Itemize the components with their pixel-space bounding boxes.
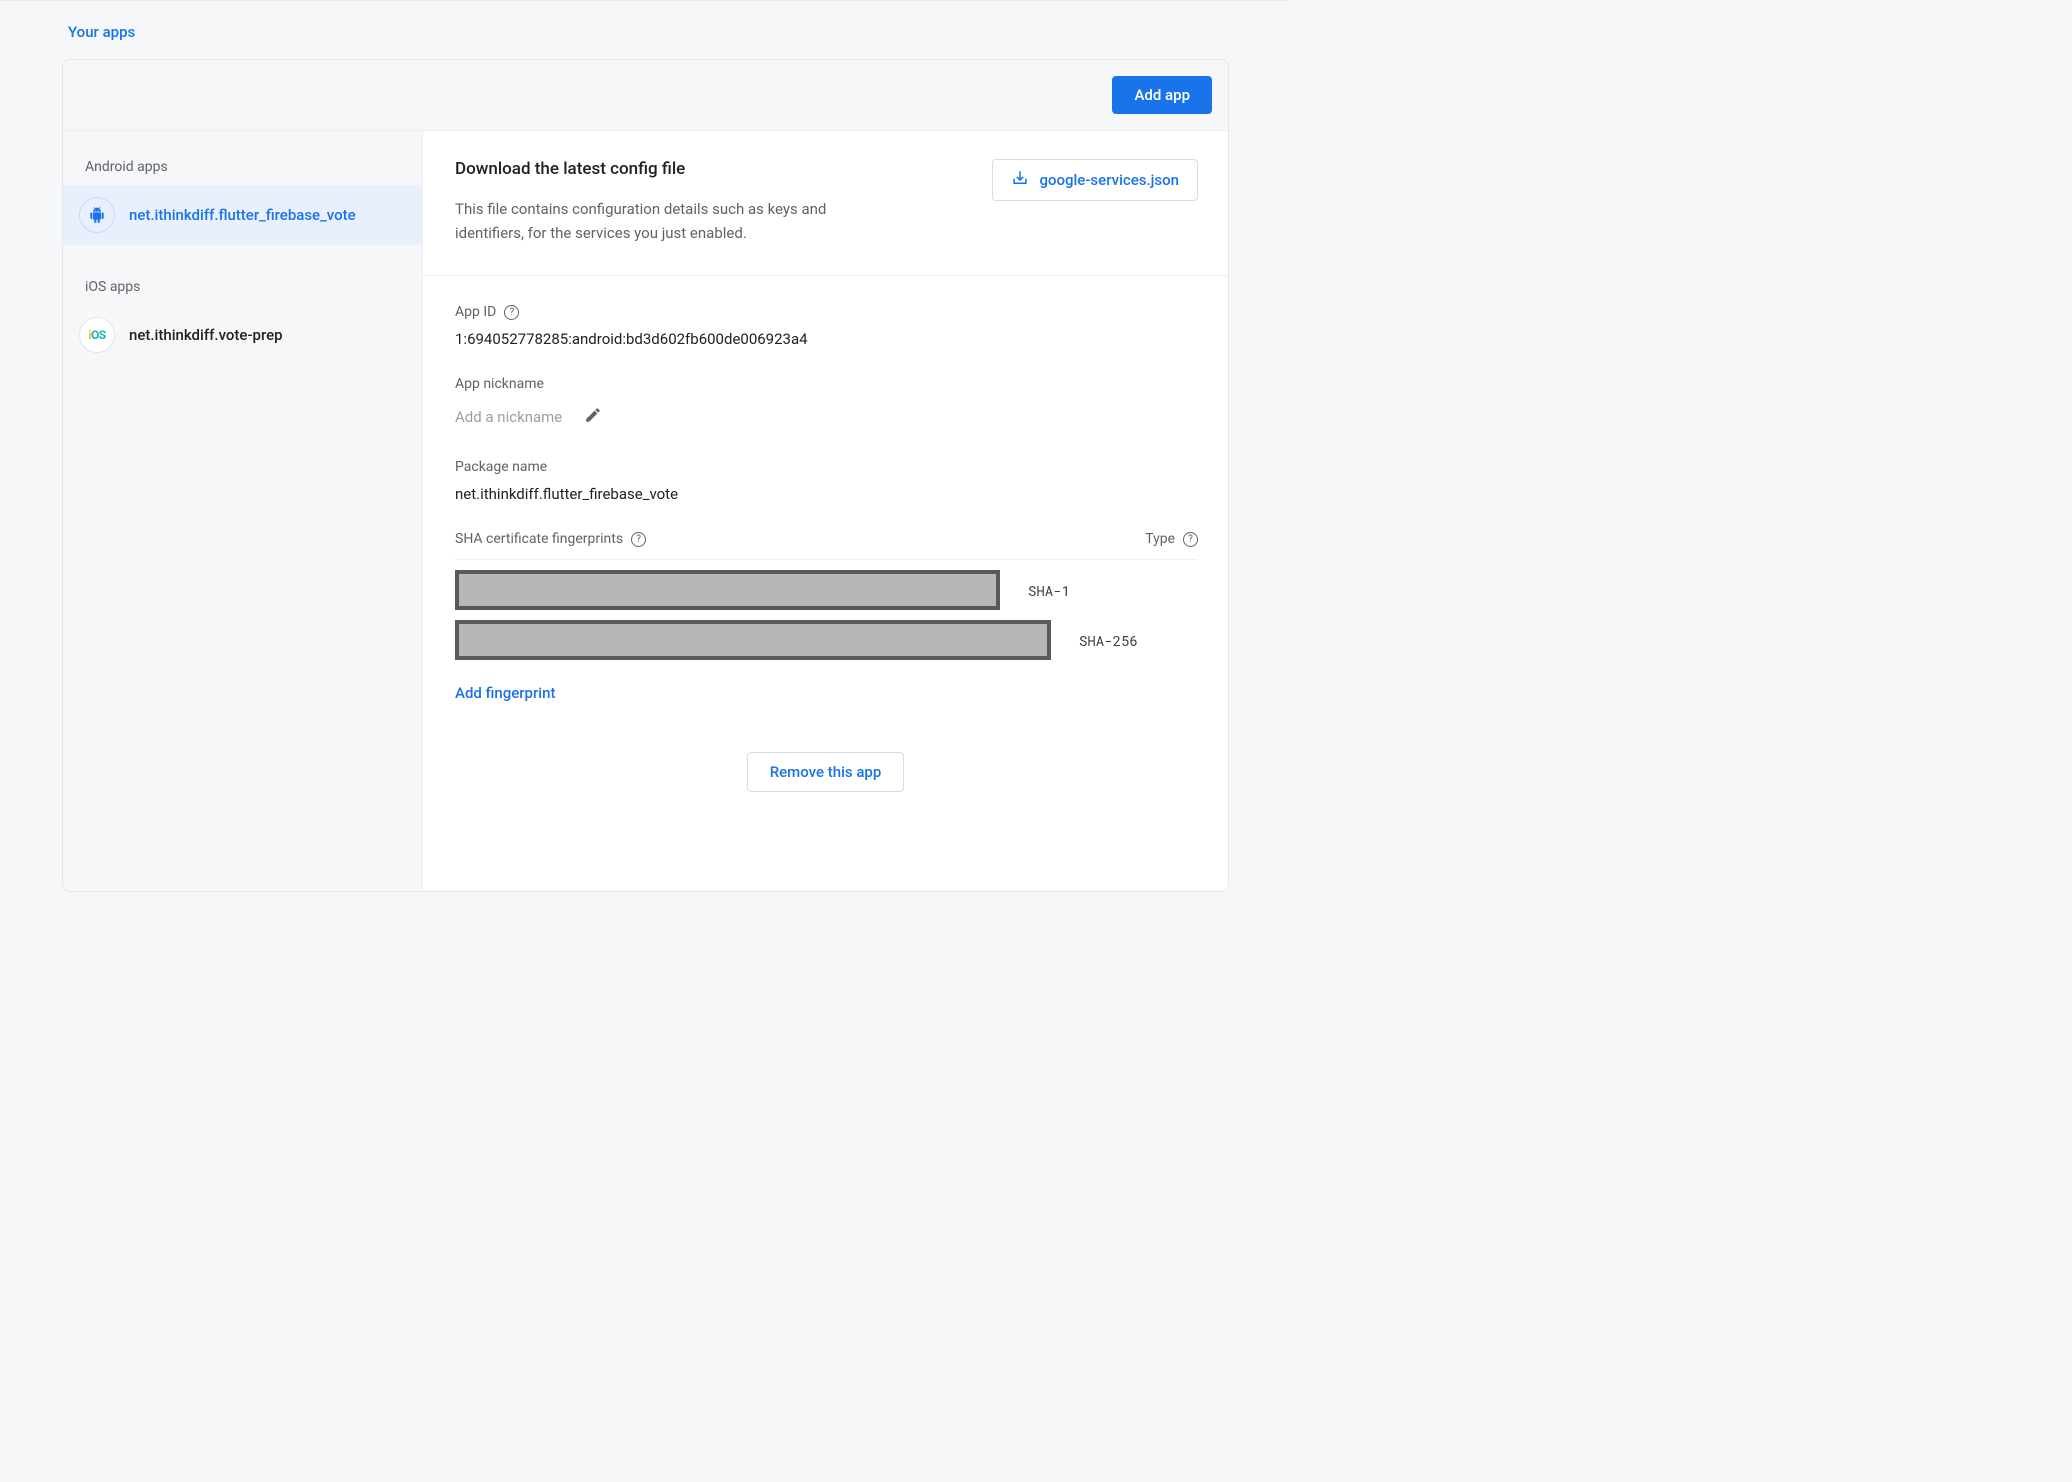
sha-fingerprints-section: SHA certificate fingerprints ? Type ? SH… xyxy=(423,531,1228,712)
sha-type-value: SHA-1 xyxy=(1028,581,1070,600)
package-name-value: net.ithinkdiff.flutter_firebase_vote xyxy=(455,485,1198,503)
app-detail-pane: Download the latest config file This fil… xyxy=(423,131,1228,891)
help-icon[interactable]: ? xyxy=(1183,532,1198,547)
apps-card: Add app Android apps net.ithinkdiff.flut… xyxy=(62,59,1229,892)
download-config-button[interactable]: google-services.json xyxy=(992,159,1198,201)
app-nickname-label: App nickname xyxy=(455,376,1198,392)
config-download-title: Download the latest config file xyxy=(455,159,968,179)
config-download-desc: This file contains configuration details… xyxy=(455,197,895,245)
sidebar-group-label-android: Android apps xyxy=(63,149,422,185)
card-toolbar: Add app xyxy=(63,60,1228,131)
sha-fingerprint-value-redacted[interactable] xyxy=(455,570,1000,610)
download-config-label: google-services.json xyxy=(1039,171,1179,189)
app-details: App ID ? 1:694052778285:android:bd3d602f… xyxy=(423,276,1228,503)
sidebar-item-ios-app[interactable]: iOS net.ithinkdiff.vote-prep xyxy=(63,305,422,365)
app-nickname-field: App nickname Add a nickname xyxy=(455,376,1198,431)
sha-header: SHA certificate fingerprints ? Type ? xyxy=(455,531,1198,560)
package-name-label: Package name xyxy=(455,459,1198,475)
package-name-field: Package name net.ithinkdiff.flutter_fire… xyxy=(455,459,1198,503)
section-title: Your apps xyxy=(0,0,1291,59)
sha-fingerprint-row: SHA-256 xyxy=(455,620,1198,660)
sidebar-item-label: net.ithinkdiff.vote-prep xyxy=(129,326,283,344)
sidebar-group-label-ios: iOS apps xyxy=(63,269,422,305)
sha-header-label: SHA certificate fingerprints xyxy=(455,531,623,547)
sha-type-header: Type xyxy=(1145,531,1175,547)
app-nickname-placeholder: Add a nickname xyxy=(455,408,562,426)
app-footer: Remove this app xyxy=(423,712,1228,822)
add-app-button[interactable]: Add app xyxy=(1112,76,1212,114)
page-root: Your apps Add app Android apps net.ithin… xyxy=(0,0,1291,922)
card-body: Android apps net.ithinkdiff.flutter_fire… xyxy=(63,131,1228,891)
help-icon[interactable]: ? xyxy=(504,305,519,320)
pencil-icon xyxy=(584,412,602,427)
app-id-label: App ID ? xyxy=(455,304,1198,320)
ios-icon: iOS xyxy=(79,317,115,353)
add-fingerprint-button[interactable]: Add fingerprint xyxy=(455,670,555,712)
help-icon[interactable]: ? xyxy=(631,532,646,547)
config-download-section: Download the latest config file This fil… xyxy=(423,131,1228,276)
sidebar-item-android-app[interactable]: net.ithinkdiff.flutter_firebase_vote xyxy=(63,185,422,245)
sha-type-value: SHA-256 xyxy=(1079,631,1138,650)
android-icon xyxy=(79,197,115,233)
remove-app-button[interactable]: Remove this app xyxy=(747,752,905,792)
sha-rows-container: SHA-1 SHA-256 xyxy=(455,560,1198,660)
download-icon xyxy=(1011,169,1029,191)
sha-fingerprint-value-redacted[interactable] xyxy=(455,620,1051,660)
edit-nickname-button[interactable] xyxy=(580,402,606,431)
app-id-value: 1:694052778285:android:bd3d602fb600de006… xyxy=(455,330,1198,348)
sha-fingerprint-row: SHA-1 xyxy=(455,570,1198,610)
sidebar-item-label: net.ithinkdiff.flutter_firebase_vote xyxy=(129,206,356,224)
app-id-field: App ID ? 1:694052778285:android:bd3d602f… xyxy=(455,304,1198,348)
apps-sidebar: Android apps net.ithinkdiff.flutter_fire… xyxy=(63,131,423,891)
